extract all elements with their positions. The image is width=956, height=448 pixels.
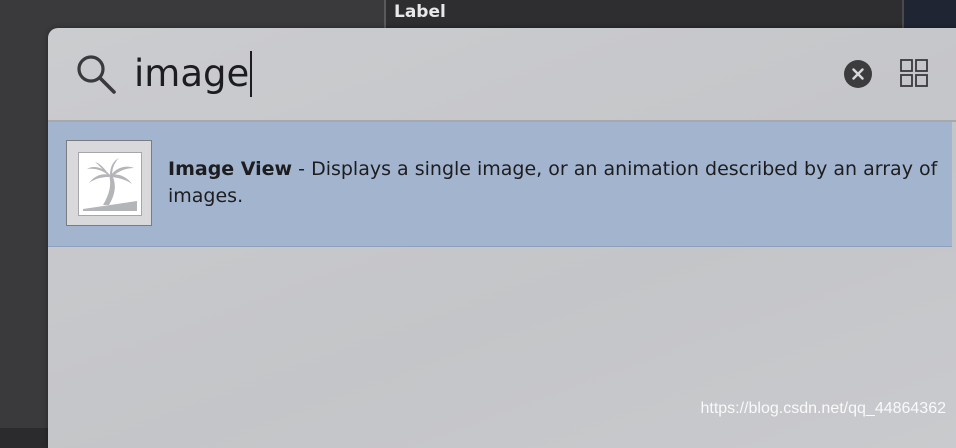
result-description-block: Image View - Displays a single image, or… <box>168 156 938 210</box>
editor-right-panel <box>902 0 956 28</box>
library-search-bar: image <box>48 28 956 122</box>
image-view-thumbnail <box>66 140 152 226</box>
object-library-popover: image Image View - Displays a single ima… <box>48 28 956 448</box>
result-title: Image View <box>168 158 293 180</box>
text-caret <box>250 51 253 97</box>
palm-tree-image-icon <box>78 152 142 216</box>
search-query-text: image <box>134 52 250 95</box>
library-search-input[interactable]: image <box>134 48 253 100</box>
grid-view-icon[interactable] <box>900 59 928 87</box>
clear-search-button[interactable] <box>844 60 872 88</box>
library-result-image-view[interactable]: Image View - Displays a single image, or… <box>48 122 952 247</box>
watermark-text: https://blog.csdn.net/qq_44864362 <box>700 400 946 417</box>
editor-right-divider <box>902 0 904 28</box>
editor-canvas-strip <box>386 0 902 28</box>
close-icon <box>852 68 864 80</box>
result-separator: - <box>292 158 312 180</box>
search-icon <box>77 55 116 94</box>
label-element-text[interactable]: Label <box>394 2 446 22</box>
